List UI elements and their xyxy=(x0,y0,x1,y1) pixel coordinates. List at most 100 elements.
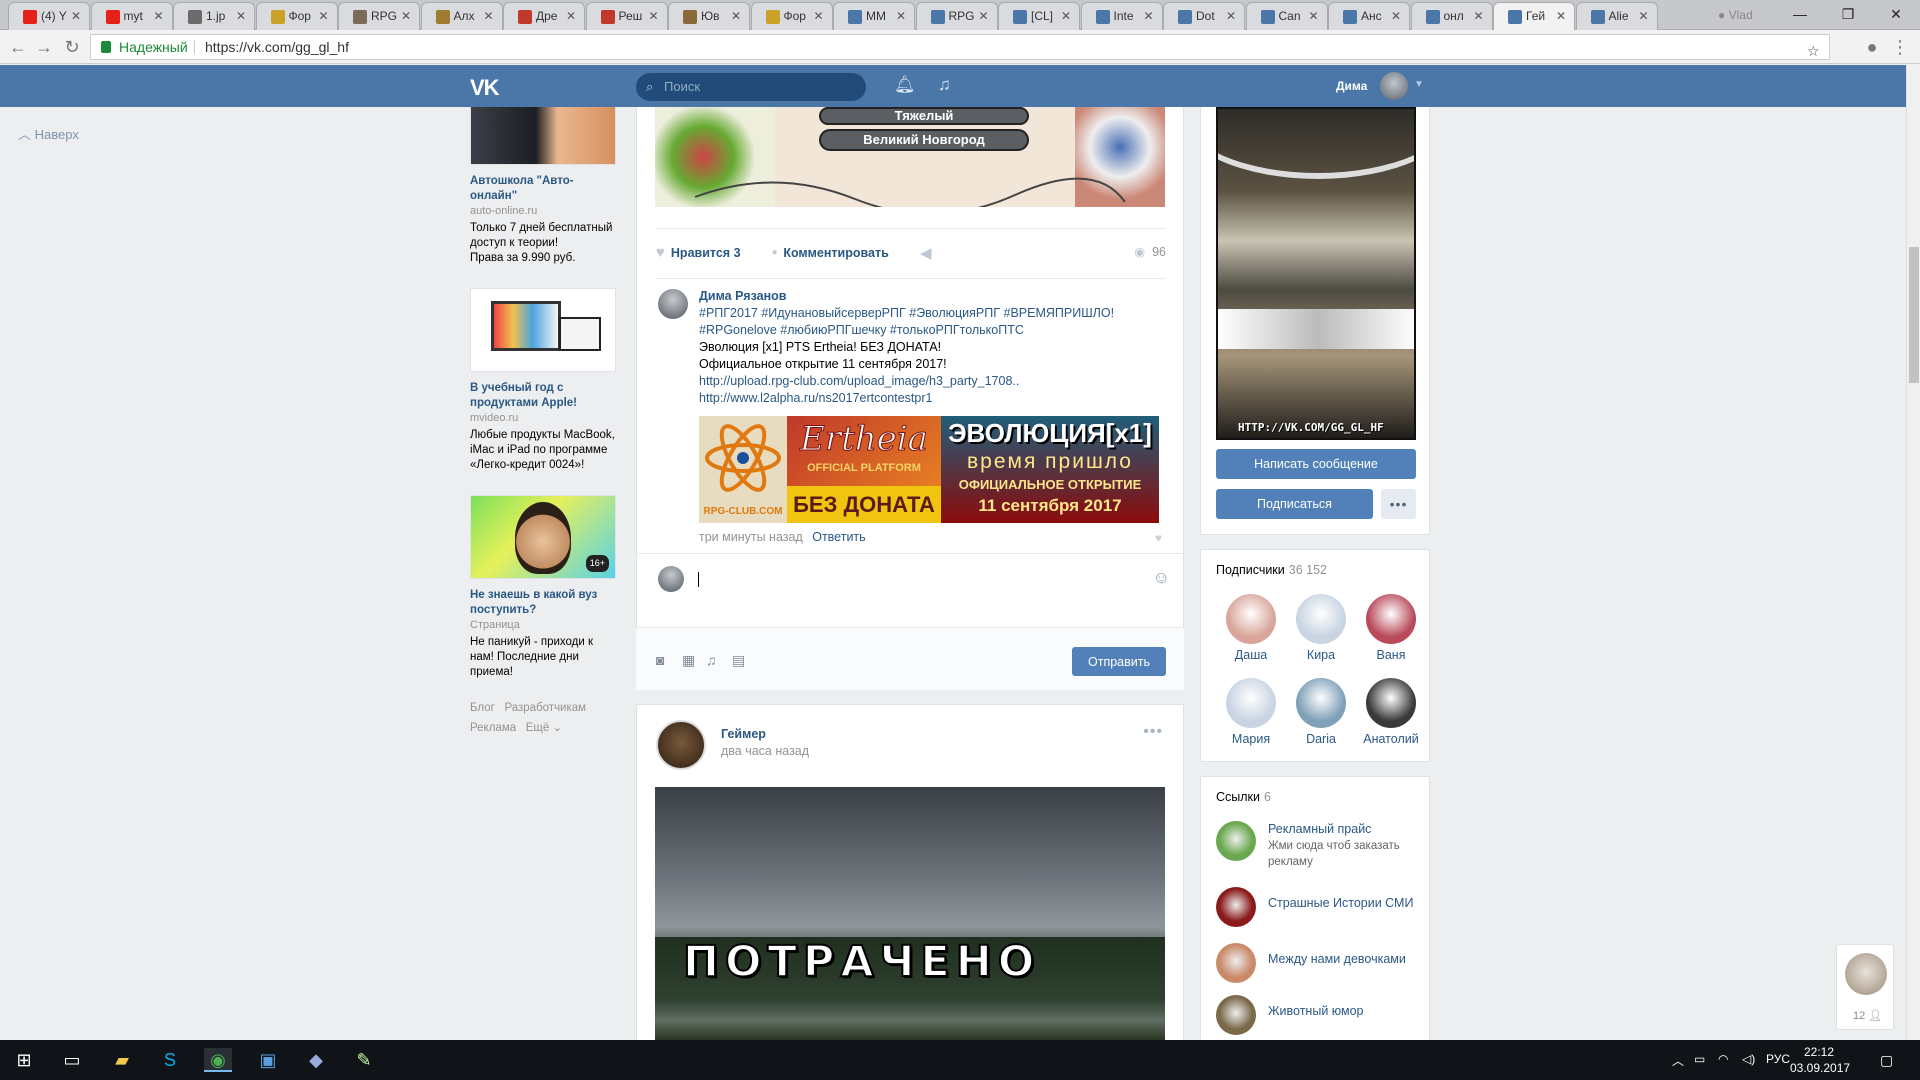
comment-link[interactable]: http://upload.rpg-club.com/upload_image/… xyxy=(699,373,1159,390)
post-author-avatar[interactable] xyxy=(656,720,706,770)
tab-close-icon[interactable]: ✕ xyxy=(896,9,906,23)
footer-link-devs[interactable]: Разработчикам xyxy=(504,702,586,714)
link-item[interactable]: Рекламный прайс Жми сюда чтоб заказать ре… xyxy=(1216,821,1426,868)
tab-close-icon[interactable]: ✕ xyxy=(978,9,988,23)
extension-icon[interactable]: ● xyxy=(1860,36,1884,58)
tab-close-icon[interactable]: ✕ xyxy=(71,9,81,23)
windows-start-icon[interactable]: ⊞ xyxy=(10,1048,38,1072)
browser-tab[interactable]: RPG ✕ xyxy=(338,2,420,30)
paint-icon[interactable]: ✎ xyxy=(350,1048,378,1072)
reply-input[interactable] xyxy=(692,564,1132,604)
document-icon[interactable]: ▤ xyxy=(732,652,745,669)
video-icon[interactable]: ▦ xyxy=(682,652,695,669)
reload-icon[interactable]: ↻ xyxy=(60,36,84,58)
ad-title[interactable]: Автошкола "Авто-онлайн" xyxy=(470,174,616,204)
more-options-icon[interactable]: ••• xyxy=(1143,723,1163,741)
browser-tab[interactable]: Фор ✕ xyxy=(750,2,833,30)
tab-close-icon[interactable]: ✕ xyxy=(483,9,493,23)
task-view-icon[interactable]: ▭ xyxy=(58,1048,86,1072)
bell-icon[interactable]: 🔔︎ xyxy=(894,75,916,95)
chrome-icon[interactable]: ◉ xyxy=(204,1048,232,1072)
music-icon[interactable]: ♫ xyxy=(938,75,951,95)
post-time[interactable]: два часа назад xyxy=(721,744,809,758)
tab-close-icon[interactable]: ✕ xyxy=(731,9,741,23)
tray-chevron-icon[interactable]: ︿ xyxy=(1672,1052,1684,1069)
ad-image-driving-school[interactable] xyxy=(470,107,616,165)
browser-menu-icon[interactable]: ⋮ xyxy=(1888,36,1912,58)
footer-link-blog[interactable]: Блог xyxy=(470,702,495,714)
browser-tab[interactable]: Dot ✕ xyxy=(1163,2,1245,30)
notepad-icon[interactable]: ◆ xyxy=(302,1048,330,1072)
header-avatar[interactable] xyxy=(1380,72,1408,100)
browser-tab[interactable]: Юв ✕ xyxy=(668,2,750,30)
comment-button[interactable]: ▪ Комментировать xyxy=(772,244,889,261)
message-button[interactable]: Написать сообщение xyxy=(1216,449,1416,479)
group-cover-image[interactable]: HTTP://VK.COM/GG_GL_HF xyxy=(1216,107,1416,440)
search-input[interactable]: ⌕ Поиск xyxy=(636,73,866,101)
browser-tab[interactable]: MM ✕ xyxy=(833,2,915,30)
skype-icon[interactable]: S xyxy=(156,1048,184,1072)
browser-tab[interactable]: 1.jp ✕ xyxy=(173,2,255,30)
comment-avatar[interactable] xyxy=(658,289,688,319)
member-item[interactable]: Мария xyxy=(1216,678,1286,746)
like-button[interactable]: ♥ Нравится 3 xyxy=(656,244,741,261)
comment-banner-image[interactable]: RPG-CLUB.COM Ertheia OFFICIAL PLATFORM Б… xyxy=(699,416,1159,523)
post-image[interactable]: ПОТРАЧЕНО xyxy=(655,787,1165,1041)
members-title[interactable]: Подписчики 36 152 xyxy=(1216,563,1327,577)
subscribe-button[interactable]: Подписаться xyxy=(1216,489,1373,519)
more-actions-button[interactable]: ••• xyxy=(1381,489,1416,519)
scrollbar-thumb[interactable] xyxy=(1909,247,1919,383)
forward-icon[interactable]: → xyxy=(32,36,56,58)
browser-tab[interactable]: онл ✕ xyxy=(1410,2,1493,30)
camera-icon[interactable]: ◙ xyxy=(656,652,664,668)
ad-title[interactable]: Не знаешь в какой вуз поступить? xyxy=(470,588,616,618)
footer-link-more[interactable]: Ещё xyxy=(526,722,550,734)
address-bar[interactable]: Надежный https://vk.com/gg_gl_hf ☆ xyxy=(90,34,1830,60)
file-explorer-icon[interactable]: ▰ xyxy=(108,1048,136,1072)
tab-close-icon[interactable]: ✕ xyxy=(318,9,328,23)
browser-tab[interactable]: Alie ✕ xyxy=(1575,2,1658,30)
send-button[interactable]: Отправить xyxy=(1072,647,1166,676)
member-item[interactable]: Ваня xyxy=(1356,594,1426,662)
comment-hashtags[interactable]: #РПГ2017 #ИдунановыйсерверРПГ #ЭволюцияР… xyxy=(699,305,1159,339)
tab-close-icon[interactable]: ✕ xyxy=(153,9,163,23)
member-item[interactable]: Кира xyxy=(1286,594,1356,662)
comment-like-heart-icon[interactable]: ♥ xyxy=(1155,531,1162,545)
browser-profile-chip[interactable]: ● Vlad xyxy=(1718,4,1780,26)
tab-close-icon[interactable]: ✕ xyxy=(1226,9,1236,23)
ad-image-apple[interactable] xyxy=(470,288,616,372)
ad-image-university[interactable]: 16+ xyxy=(470,495,616,579)
reply-link[interactable]: Ответить xyxy=(812,530,865,544)
chat-widget[interactable]: 12 👤︎ xyxy=(1836,944,1894,1030)
clock[interactable]: 22:12 03.09.2017 xyxy=(1790,1044,1850,1076)
tab-close-icon[interactable]: ✕ xyxy=(1308,9,1318,23)
page-scrollbar[interactable] xyxy=(1906,65,1920,1040)
browser-tab[interactable]: Inte ✕ xyxy=(1080,2,1163,30)
comment-author[interactable]: Дима Рязанов xyxy=(699,289,786,303)
header-user-name[interactable]: Дима xyxy=(1336,79,1367,93)
minimize-button[interactable]: — xyxy=(1776,0,1824,28)
tab-close-icon[interactable]: ✕ xyxy=(1391,9,1401,23)
audio-icon[interactable]: ♫ xyxy=(706,652,717,668)
member-item[interactable]: Даша xyxy=(1216,594,1286,662)
tab-close-icon[interactable]: ✕ xyxy=(813,9,823,23)
tab-close-icon[interactable]: ✕ xyxy=(648,9,658,23)
vk-logo[interactable]: VK xyxy=(470,75,500,101)
maximize-button[interactable]: ❐ xyxy=(1824,0,1872,28)
back-icon[interactable]: ← xyxy=(6,36,30,58)
tab-close-icon[interactable]: ✕ xyxy=(1143,9,1153,23)
browser-tab[interactable]: Алх ✕ xyxy=(420,2,503,30)
tab-close-icon[interactable]: ✕ xyxy=(1061,9,1071,23)
browser-tab[interactable]: Реш ✕ xyxy=(585,2,668,30)
browser-tab[interactable]: Гей ✕ xyxy=(1493,2,1575,31)
language-indicator[interactable]: РУС xyxy=(1766,1052,1790,1066)
tab-close-icon[interactable]: ✕ xyxy=(1556,9,1566,23)
post-image-game-map[interactable]: Тяжелый Великий Новгород xyxy=(655,107,1165,207)
browser-tab[interactable]: RPG ✕ xyxy=(915,2,998,30)
link-item[interactable]: Между нами девочками xyxy=(1216,943,1426,987)
bookmark-star-icon[interactable]: ☆ xyxy=(1807,39,1820,63)
tab-close-icon[interactable]: ✕ xyxy=(1638,9,1648,23)
share-button[interactable]: ◀ xyxy=(920,244,938,262)
ad-title[interactable]: В учебный год с продуктами Apple! xyxy=(470,381,616,411)
link-item[interactable]: Страшные Истории СМИ xyxy=(1216,887,1426,931)
